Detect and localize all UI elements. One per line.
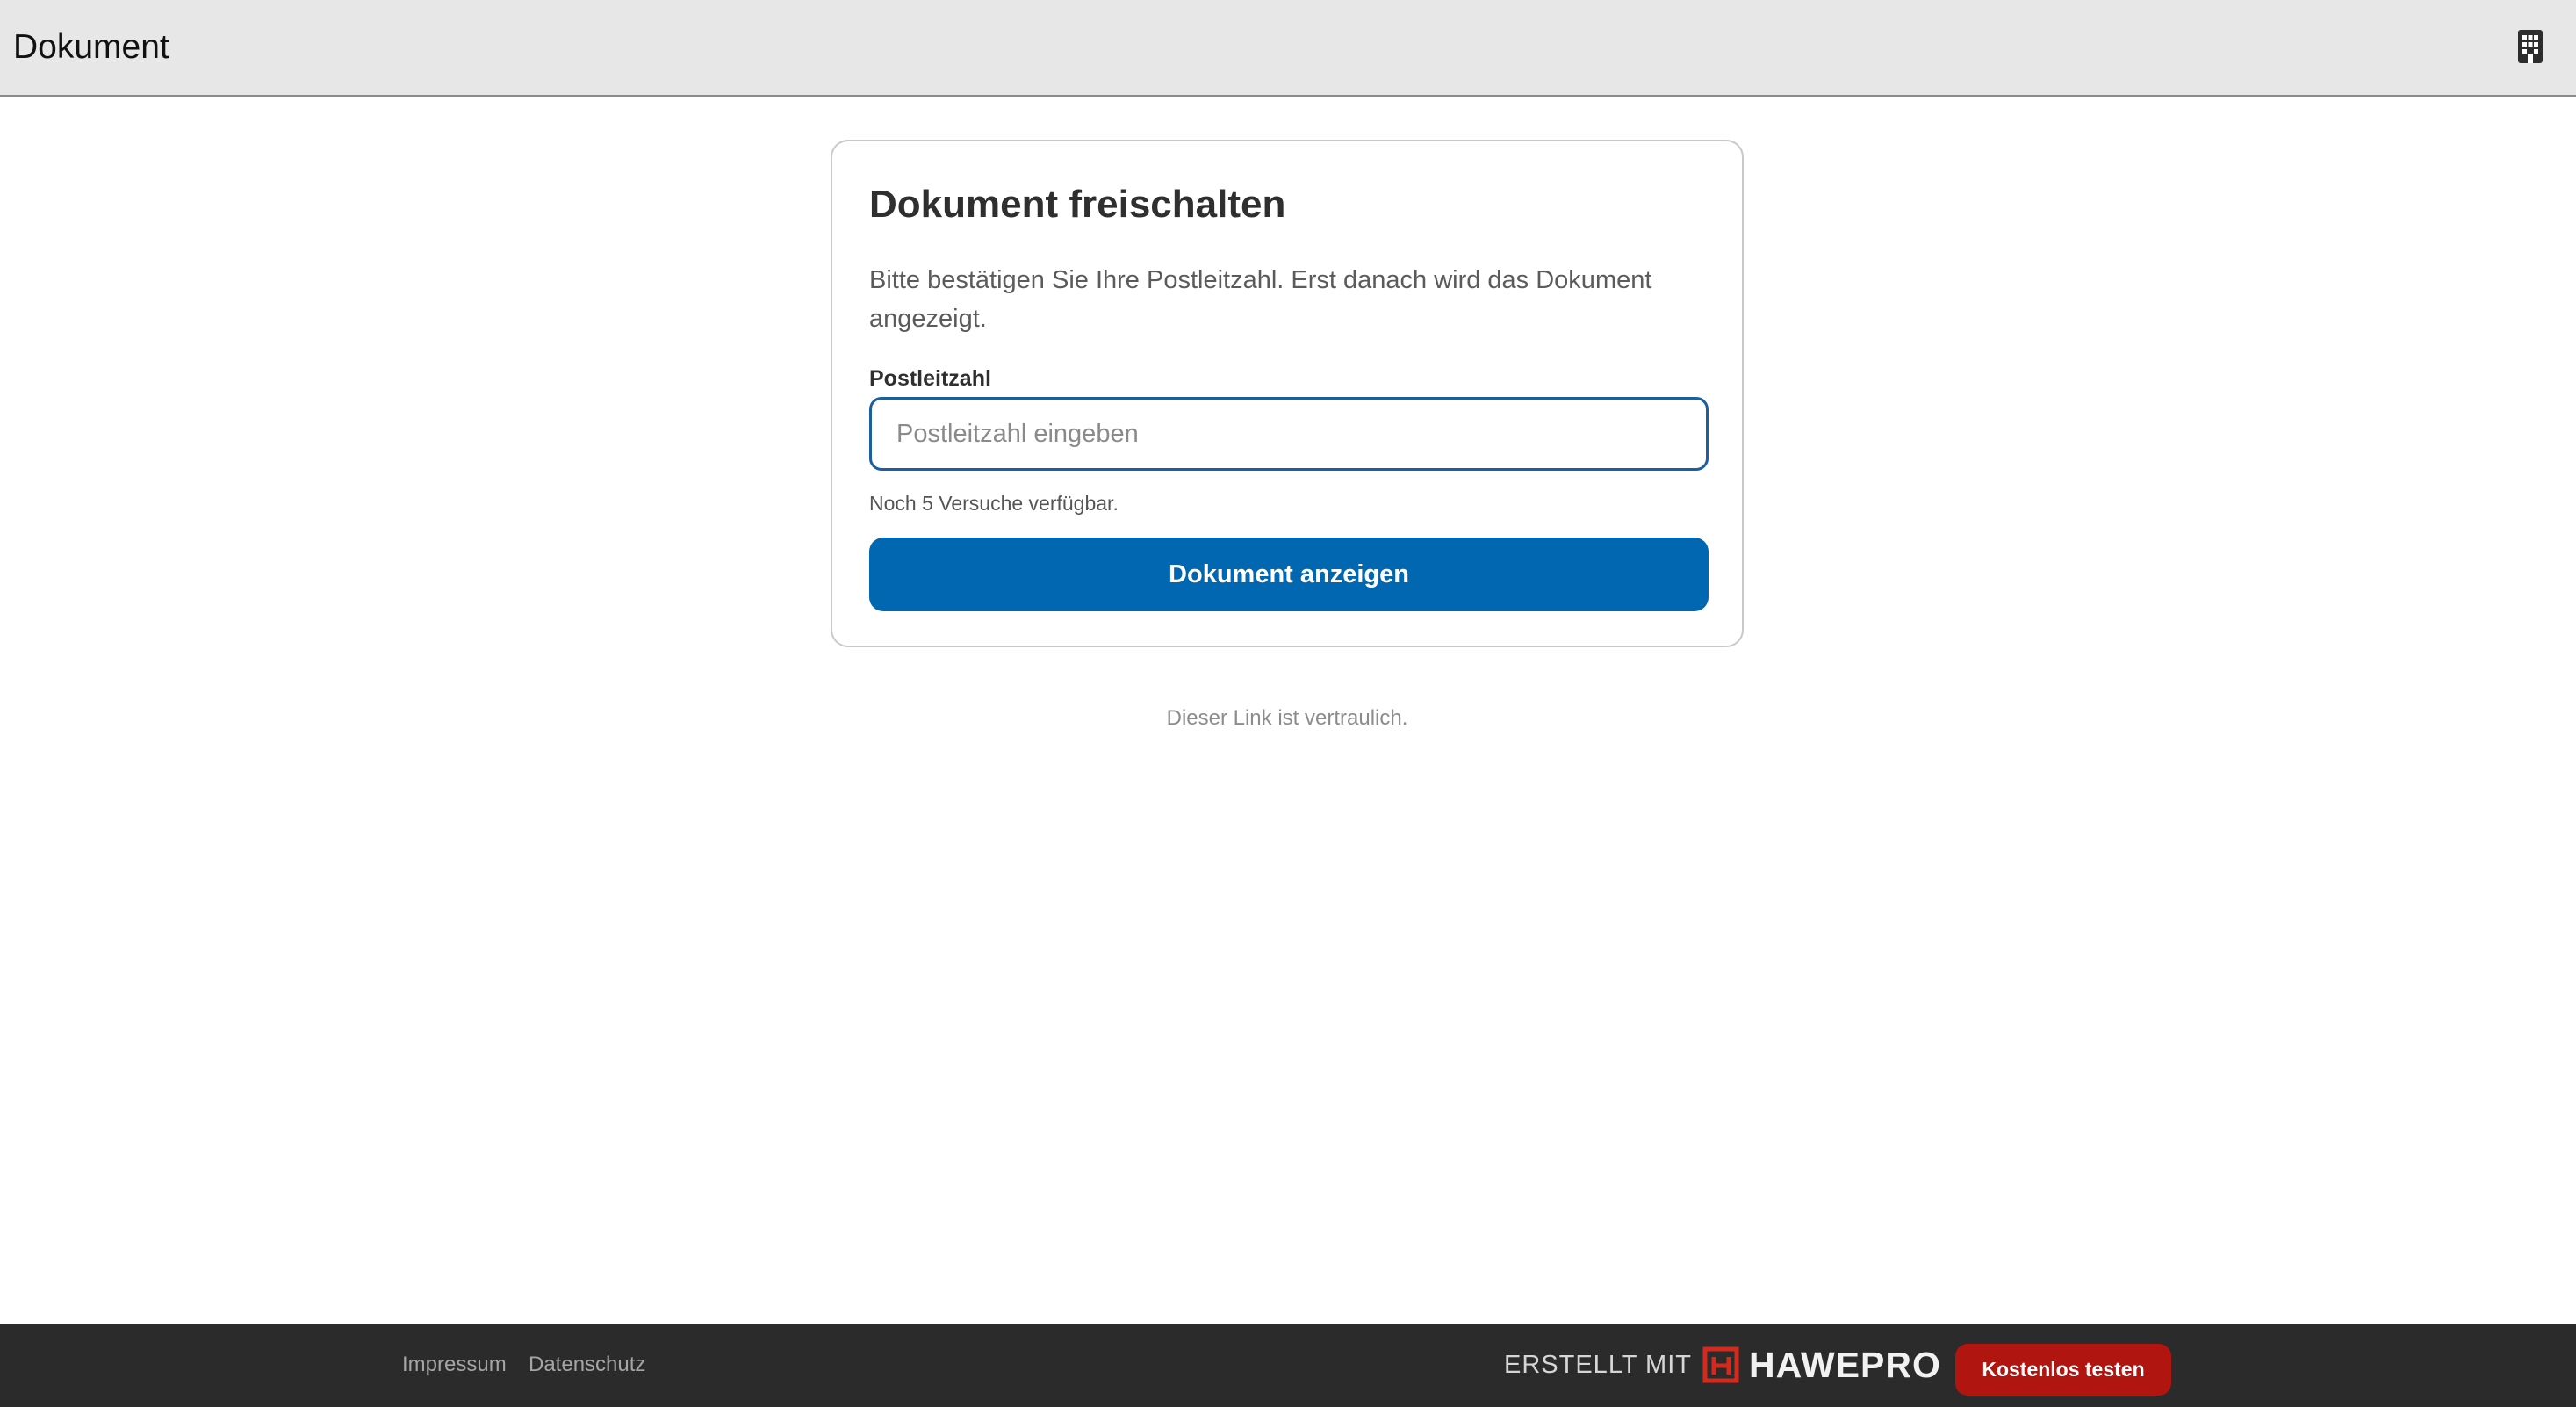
postal-code-input[interactable] [869, 397, 1709, 471]
unlock-card: Dokument freischalten Bitte bestätigen S… [831, 140, 1744, 647]
impressum-link[interactable]: Impressum [402, 1351, 507, 1379]
show-document-button[interactable]: Dokument anzeigen [869, 538, 1709, 611]
brand-name[interactable]: HAWEPRO [1749, 1345, 1941, 1385]
app-footer: Impressum Datenschutz ERSTELLT MIT HAWEP… [0, 1324, 2576, 1407]
free-trial-button[interactable]: Kostenlos testen [1955, 1344, 2171, 1396]
card-title: Dokument freischalten [869, 183, 1286, 226]
app-title: Dokument [13, 28, 169, 66]
confidential-note: Dieser Link ist vertraulich. [1166, 706, 1408, 730]
datenschutz-link[interactable]: Datenschutz [529, 1351, 645, 1379]
built-with-label: ERSTELLT MIT [1504, 1351, 1692, 1379]
postal-code-label: Postleitzahl [869, 366, 991, 391]
attempts-hint: Noch 5 Versuche verfügbar. [869, 492, 1119, 515]
app-header: Dokument [0, 0, 2576, 97]
hawepro-logo-icon[interactable] [1702, 1346, 1739, 1383]
building-icon[interactable] [2517, 29, 2544, 64]
card-description: Bitte bestätigen Sie Ihre Postleitzahl. … [869, 266, 1652, 333]
